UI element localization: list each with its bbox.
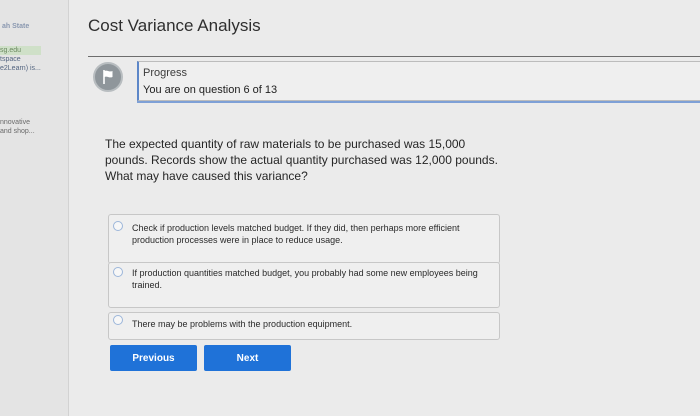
previous-button[interactable]: Previous: [110, 345, 197, 371]
sidebar-link[interactable]: e2Learn) is...: [0, 64, 41, 73]
flag-icon: [103, 70, 113, 84]
question-text: The expected quantity of raw materials t…: [105, 137, 498, 183]
title-divider: [88, 56, 700, 57]
next-button[interactable]: Next: [204, 345, 291, 371]
main-content: Cost Variance Analysis Progress You are …: [69, 0, 700, 416]
sidebar-description-line: and shop...: [0, 128, 35, 135]
answer-option[interactable]: There may be problems with the productio…: [108, 312, 500, 340]
page-title: Cost Variance Analysis: [88, 16, 261, 35]
sidebar-links: sg.edu tspace e2Learn) is...: [0, 46, 41, 73]
answer-option-label: If production quantities matched budget,…: [132, 268, 478, 290]
progress-divider: [137, 101, 700, 103]
progress-status: You are on question 6 of 13: [143, 84, 278, 96]
sidebar: ah State sg.edu tspace e2Learn) is... nn…: [0, 0, 69, 416]
answer-option-label: Check if production levels matched budge…: [132, 223, 460, 245]
sidebar-description: nnovative and shop...: [0, 118, 35, 136]
radio-button[interactable]: [113, 267, 123, 277]
sidebar-description-line: nnovative: [0, 119, 30, 126]
answer-option[interactable]: Check if production levels matched budge…: [108, 214, 500, 264]
progress-label: Progress: [143, 67, 188, 79]
sidebar-link[interactable]: tspace: [0, 55, 41, 64]
sidebar-link[interactable]: sg.edu: [0, 46, 41, 55]
answer-option[interactable]: If production quantities matched budget,…: [108, 262, 500, 308]
radio-button[interactable]: [113, 221, 123, 231]
progress-icon: [93, 62, 123, 92]
institution-logo: ah State: [2, 23, 30, 30]
radio-button[interactable]: [113, 315, 123, 325]
answer-option-label: There may be problems with the productio…: [132, 319, 353, 329]
progress-panel: Progress You are on question 6 of 13: [137, 61, 700, 101]
